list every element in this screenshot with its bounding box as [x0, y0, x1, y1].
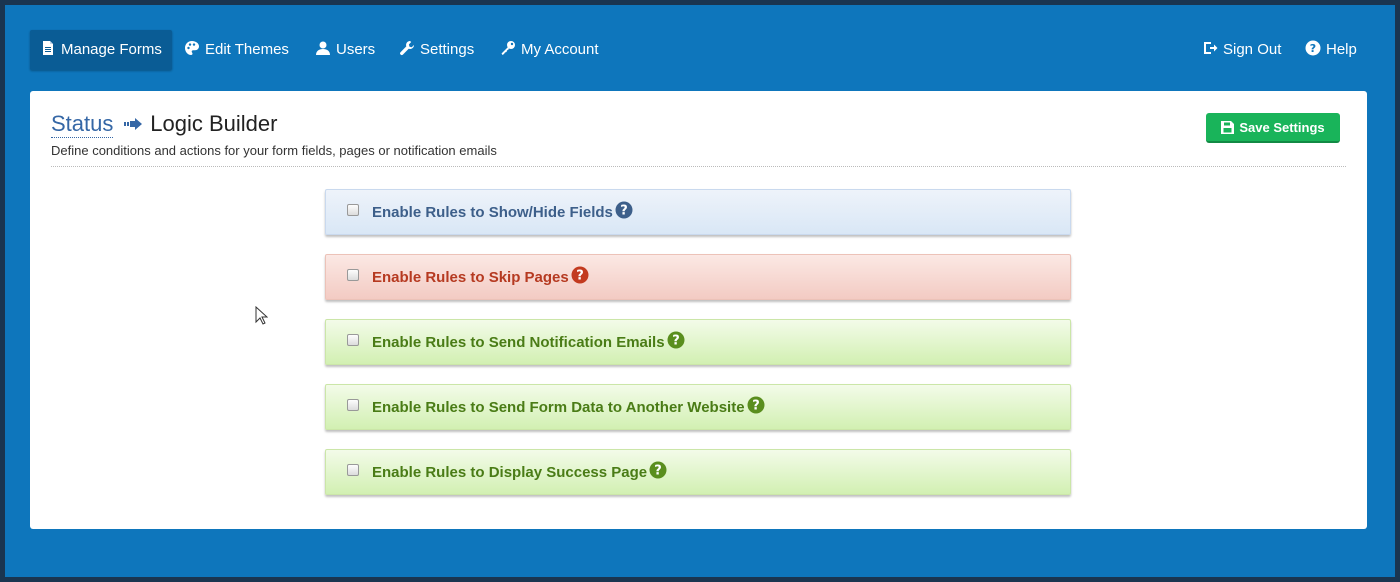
rule-display-success-page[interactable]: Enable Rules to Display Success Page?	[325, 449, 1071, 495]
key-icon	[500, 40, 516, 56]
save-settings-button[interactable]: Save Settings	[1206, 113, 1340, 143]
svg-text:?: ?	[576, 269, 584, 284]
rule-skip-pages[interactable]: Enable Rules to Skip Pages?	[325, 254, 1071, 300]
question-circle-icon: ?	[1305, 40, 1321, 56]
svg-text:?: ?	[1310, 42, 1316, 55]
nav-sign-out[interactable]: Sign Out	[1192, 30, 1291, 70]
rule-label: Enable Rules to Skip Pages	[372, 269, 569, 286]
question-circle-icon[interactable]: ?	[615, 201, 633, 219]
nav-my-account[interactable]: My Account	[490, 30, 609, 70]
checkbox[interactable]	[347, 464, 359, 476]
svg-text:?: ?	[752, 399, 760, 414]
rule-label: Enable Rules to Display Success Page	[372, 464, 648, 481]
rule-label: Enable Rules to Send Notification Emails	[372, 334, 665, 351]
arrow-right-icon	[123, 118, 142, 130]
page-subtitle: Define conditions and actions for your f…	[51, 143, 497, 158]
nav-settings[interactable]: Settings	[389, 30, 484, 70]
sign-out-icon	[1202, 40, 1218, 56]
rule-label: Enable Rules to Show/Hide Fields	[372, 204, 613, 221]
top-navigation: Manage Forms Edit Themes Users Settings …	[30, 30, 1370, 72]
rule-label-wrap: Enable Rules to Send Form Data to Anothe…	[372, 385, 765, 431]
wrench-icon	[399, 40, 415, 56]
rule-send-notification-emails[interactable]: Enable Rules to Send Notification Emails…	[325, 319, 1071, 365]
nav-manage-forms[interactable]: Manage Forms	[30, 30, 172, 70]
question-circle-icon[interactable]: ?	[667, 331, 685, 349]
checkbox[interactable]	[347, 399, 359, 411]
nav-label: Edit Themes	[205, 41, 289, 58]
svg-text:?: ?	[672, 334, 680, 349]
nav-label: Users	[336, 41, 376, 58]
nav-label: My Account	[521, 41, 599, 58]
rule-label-wrap: Enable Rules to Skip Pages?	[372, 255, 589, 301]
mouse-cursor-icon	[255, 305, 269, 325]
save-settings-label: Save Settings	[1239, 120, 1325, 135]
nav-label: Sign Out	[1223, 41, 1282, 58]
checkbox[interactable]	[347, 204, 359, 216]
question-circle-icon[interactable]: ?	[649, 461, 667, 479]
breadcrumb-status[interactable]: Status	[51, 111, 114, 138]
page-header: Status Logic Builder	[51, 111, 277, 138]
nav-label: Settings	[420, 41, 475, 58]
nav-users[interactable]: Users	[305, 30, 385, 70]
rule-label-wrap: Enable Rules to Display Success Page?	[372, 450, 667, 496]
rule-label-wrap: Enable Rules to Send Notification Emails…	[372, 320, 685, 366]
floppy-disk-icon	[1221, 115, 1235, 134]
document-icon	[40, 40, 56, 56]
user-icon	[315, 40, 331, 56]
nav-label: Help	[1326, 41, 1357, 58]
checkbox[interactable]	[347, 269, 359, 281]
svg-text:?: ?	[654, 464, 662, 479]
nav-help[interactable]: ? Help	[1295, 30, 1367, 70]
rule-label-wrap: Enable Rules to Show/Hide Fields?	[372, 190, 633, 236]
checkbox[interactable]	[347, 334, 359, 346]
svg-text:?: ?	[620, 204, 628, 219]
rule-show-hide-fields[interactable]: Enable Rules to Show/Hide Fields?	[325, 189, 1071, 235]
question-circle-icon[interactable]: ?	[747, 396, 765, 414]
nav-label: Manage Forms	[61, 41, 162, 58]
page-title: Logic Builder	[150, 111, 278, 136]
rule-send-form-data[interactable]: Enable Rules to Send Form Data to Anothe…	[325, 384, 1071, 430]
main-panel: Status Logic Builder Define conditions a…	[30, 91, 1367, 529]
question-circle-icon[interactable]: ?	[571, 266, 589, 284]
nav-edit-themes[interactable]: Edit Themes	[174, 30, 299, 70]
rule-label: Enable Rules to Send Form Data to Anothe…	[372, 399, 745, 416]
header-divider	[51, 166, 1346, 167]
palette-icon	[184, 40, 200, 56]
app-frame: Manage Forms Edit Themes Users Settings …	[5, 5, 1395, 577]
